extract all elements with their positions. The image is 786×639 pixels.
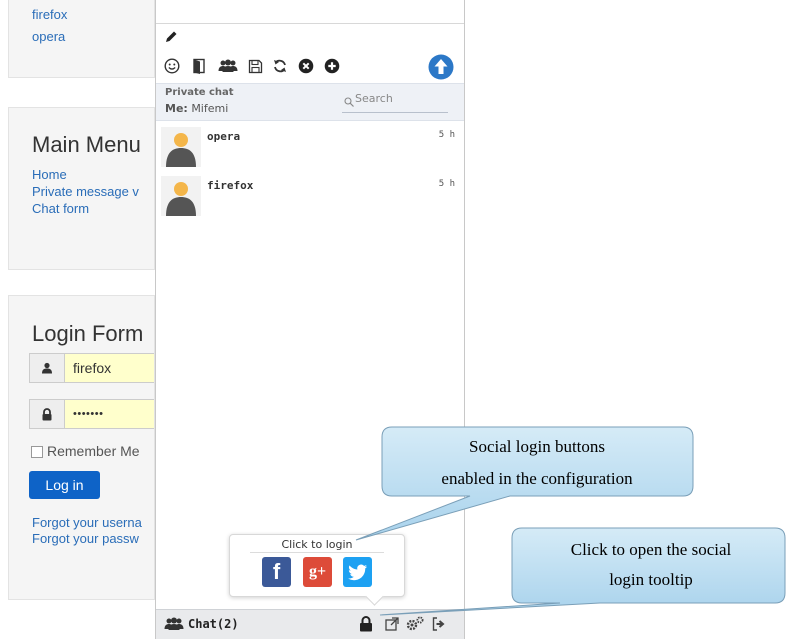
open-callout-line1: Click to open the social <box>571 540 732 559</box>
open-callout-line2: login tooltip <box>609 570 693 589</box>
social-callout-line2: enabled in the configuration <box>441 469 633 488</box>
social-callout-line1: Social login buttons <box>469 437 605 456</box>
callouts-layer: Social login buttons enabled in the conf… <box>355 426 786 616</box>
